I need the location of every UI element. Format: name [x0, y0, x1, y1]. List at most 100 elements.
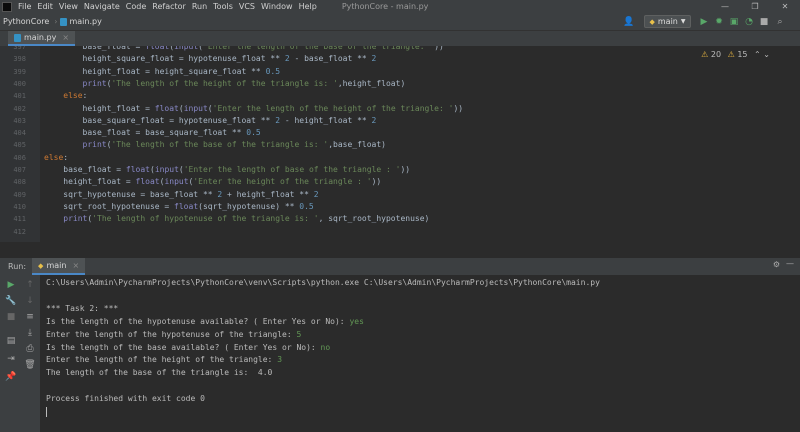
chevron-up-icon[interactable]: ⌃: [754, 50, 761, 59]
console-user-input: no: [320, 342, 331, 352]
hide-panel-icon[interactable]: —: [786, 259, 794, 268]
code-line[interactable]: base_square_float = hypotenuse_float ** …: [44, 116, 377, 125]
code-line[interactable]: height_float = height_square_float ** 0.…: [44, 67, 280, 76]
run-label: Run:: [8, 262, 27, 271]
breadcrumb-project[interactable]: PythonCore: [0, 17, 51, 26]
code-line[interactable]: height_float = float(input('Enter the he…: [44, 177, 381, 186]
code-line[interactable]: base_float = float(input('Enter the leng…: [44, 46, 444, 51]
code-line[interactable]: base_float = float(input('Enter the leng…: [44, 165, 410, 174]
editor-scrollbar[interactable]: [792, 46, 800, 242]
run-configuration-select[interactable]: ◆ main ▼: [644, 15, 691, 28]
menu-bar: File Edit View Navigate Code Refactor Ru…: [0, 0, 800, 13]
line-number: 411: [13, 215, 26, 224]
code-line[interactable]: print('The length of the base of the tri…: [44, 140, 386, 149]
breadcrumb-file[interactable]: main.py: [69, 17, 103, 26]
gear-icon[interactable]: ⚙: [773, 260, 780, 269]
run-config-label: main: [657, 17, 678, 26]
scroll-down-icon[interactable]: ↓: [23, 295, 37, 307]
scroll-to-end-icon[interactable]: ⤓: [23, 327, 37, 339]
chevron-down-icon[interactable]: ⌄: [763, 50, 770, 59]
line-number: 398: [13, 55, 26, 64]
close-icon[interactable]: ✕: [770, 0, 800, 13]
soft-wrap-icon[interactable]: ≡: [23, 311, 37, 323]
chevron-down-icon: ▼: [680, 18, 686, 25]
console-user-input: 3: [277, 355, 283, 365]
console-line: Process finished with exit code 0: [46, 394, 205, 403]
line-number: 409: [13, 190, 26, 199]
profile-icon[interactable]: ◔: [743, 15, 755, 28]
line-number: 401: [13, 92, 26, 101]
editor-tab-bar: main.py ×: [0, 31, 800, 47]
line-number: 402: [13, 104, 26, 113]
line-number-gutter: 397 398 399 400 401 402 403 404 405 406 407 408 409 4…: [0, 46, 40, 242]
python-file-icon: [60, 17, 68, 26]
run-icon[interactable]: ▶: [698, 15, 710, 28]
tab-label: main.py: [24, 33, 57, 42]
menu-view[interactable]: View: [56, 2, 81, 11]
breadcrumb-separator-icon: ›: [54, 17, 58, 26]
restore-icon[interactable]: ❐: [740, 0, 770, 13]
code-line[interactable]: height_float = float(input('Enter the le…: [44, 104, 464, 113]
debug-icon[interactable]: ✹: [713, 15, 725, 28]
line-number: 407: [13, 166, 26, 174]
layout-icon[interactable]: ▤: [4, 335, 18, 347]
rerun-icon[interactable]: ▶: [4, 279, 18, 291]
line-number: 400: [13, 79, 26, 88]
window-controls: — ❐ ✕: [710, 0, 800, 13]
python-config-icon: ◆: [649, 17, 655, 26]
warning-count: 20: [710, 50, 722, 59]
menu-navigate[interactable]: Navigate: [81, 2, 123, 11]
stop-icon[interactable]: ■: [4, 311, 18, 323]
menu-run[interactable]: Run: [189, 2, 210, 11]
run-tab-main[interactable]: ◆ main ×: [32, 258, 86, 275]
coverage-icon[interactable]: ▣: [728, 15, 740, 28]
search-icon[interactable]: ⌕: [774, 15, 786, 28]
close-tab-icon[interactable]: ×: [62, 33, 69, 42]
pin-icon[interactable]: 📌: [4, 371, 18, 383]
line-number: 403: [13, 116, 26, 125]
code-line[interactable]: print('The length of hypotenuse of the t…: [44, 214, 429, 223]
code-line[interactable]: base_float = base_square_float ** 0.5: [44, 128, 261, 137]
code-line[interactable]: else:: [44, 153, 68, 162]
pycharm-logo-icon: [2, 1, 12, 12]
console-line: Is the length of the base available? ( E…: [46, 343, 330, 352]
inspection-widget[interactable]: ⚠ 20 ⚠ 15 ⌃ ⌄: [701, 50, 770, 59]
code-editor[interactable]: 397 398 399 400 401 402 403 404 405 406 407 408 409 4…: [0, 46, 800, 242]
console-text: Enter the length of the height of the tr…: [46, 355, 278, 365]
menu-edit[interactable]: Edit: [34, 2, 56, 11]
print-icon[interactable]: ⎙: [23, 343, 37, 355]
wrench-icon[interactable]: 🔧: [4, 295, 18, 307]
panel-divider[interactable]: [0, 242, 800, 259]
trash-icon[interactable]: 🗑: [23, 359, 37, 371]
exit-icon[interactable]: ⇥: [4, 353, 18, 365]
scroll-up-icon[interactable]: ↑: [23, 279, 37, 291]
weak-warning-count: 15: [737, 50, 748, 59]
menu-window[interactable]: Window: [258, 2, 296, 11]
run-tool-window-header: Run: ◆ main × ⚙ —: [0, 258, 800, 276]
tab-main-py[interactable]: main.py ×: [8, 31, 76, 46]
warning-icon: ⚠: [701, 50, 709, 59]
menu-code[interactable]: Code: [123, 2, 149, 11]
console-text: Is the length of the base available? ( E…: [46, 342, 321, 352]
code-line[interactable]: else:: [44, 91, 87, 100]
minimize-icon[interactable]: —: [710, 0, 740, 13]
close-tab-icon[interactable]: ×: [72, 261, 79, 270]
code-line[interactable]: sqrt_root_hypotenuse = float(sqrt_hypote…: [44, 202, 313, 211]
menu-refactor[interactable]: Refactor: [149, 2, 189, 11]
stop-icon[interactable]: ■: [758, 15, 770, 28]
console-user-input: yes: [349, 316, 364, 326]
user-icon[interactable]: 👤: [620, 15, 638, 28]
weak-warning-icon: ⚠: [727, 50, 735, 59]
console-text: Is the length of the hypotenuse availabl…: [46, 316, 350, 326]
menu-file[interactable]: File: [15, 2, 34, 11]
code-line[interactable]: print('The length of the height of the t…: [44, 79, 406, 88]
console-caret: [46, 407, 47, 417]
run-console[interactable]: C:\Users\Admin\PycharmProjects\PythonCor…: [40, 275, 800, 432]
console-line: Enter the length of the height of the tr…: [46, 355, 282, 364]
code-line[interactable]: height_square_float = hypotenuse_float *…: [44, 54, 377, 63]
menu-tools[interactable]: Tools: [210, 2, 236, 11]
console-text: *** Task 2: ***: [46, 303, 119, 313]
menu-help[interactable]: Help: [296, 2, 320, 11]
code-line[interactable]: sqrt_hypotenuse = base_float ** 2 + heig…: [44, 190, 318, 199]
menu-vcs[interactable]: VCS: [236, 2, 258, 11]
